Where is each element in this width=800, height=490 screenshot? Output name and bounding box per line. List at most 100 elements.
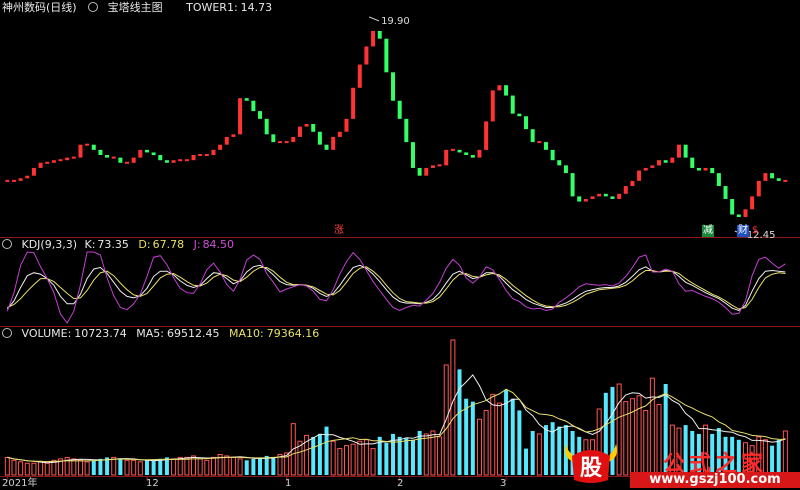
volume-bar: [177, 456, 183, 476]
tower-block: [663, 160, 668, 163]
tower-block: [484, 121, 489, 150]
tower-block: [623, 186, 628, 194]
tower-block: [683, 144, 688, 158]
volume-bar: [31, 462, 37, 476]
tower-block: [750, 196, 755, 210]
tower-block: [530, 129, 535, 143]
tower-block: [650, 165, 655, 168]
tower-block: [5, 179, 10, 182]
tower-block: [703, 167, 708, 171]
tower-block: [524, 116, 529, 130]
volume-bar: [317, 433, 322, 475]
x-label-dec: 12: [146, 478, 159, 489]
tower-block: [111, 156, 116, 159]
tower-block: [164, 160, 169, 163]
tower-block: [517, 113, 522, 117]
tower-block: [696, 167, 701, 171]
volume-bar: [230, 456, 236, 476]
x-label-mar: 3: [500, 478, 507, 489]
tower-block: [444, 149, 449, 166]
tower-block: [430, 165, 435, 168]
tower-block: [311, 124, 316, 132]
x-label-jan: 1: [285, 478, 292, 489]
tower-block: [723, 186, 728, 199]
volume-bar: [410, 439, 415, 475]
volume-bar: [18, 461, 24, 476]
tower-block: [277, 141, 282, 144]
tower-block: [18, 178, 23, 181]
volume-bar: [244, 460, 249, 475]
finance-marker[interactable]: 财: [737, 225, 749, 237]
tower-block: [736, 214, 741, 218]
tower-block: [351, 87, 356, 119]
tower-block: [184, 159, 189, 162]
volume-bar: [258, 457, 263, 475]
volume-bar: [343, 445, 349, 476]
tower-block: [58, 159, 63, 162]
volume-bar: [350, 443, 356, 476]
tower-block: [504, 85, 509, 96]
x-label-feb: 2: [397, 478, 404, 489]
watermark-url: www.gszj100.com: [630, 472, 800, 488]
tower-block: [65, 157, 70, 161]
tower-block: [178, 159, 183, 162]
volume-bar: [77, 459, 83, 476]
tower-block: [357, 64, 362, 88]
reduce-marker[interactable]: 减: [702, 225, 714, 237]
volume-bar: [437, 436, 443, 476]
volume-bar: [197, 458, 203, 476]
tower-block: [264, 118, 269, 135]
high-price-label: 19.90: [381, 16, 410, 27]
tower-block: [218, 144, 223, 150]
volume-bar: [423, 433, 429, 476]
volume-bar: [137, 461, 143, 476]
tower-block: [51, 160, 56, 163]
tower-block: [85, 143, 90, 146]
volume-bar: [98, 458, 103, 475]
tower-block: [490, 90, 495, 122]
volume-bar: [517, 410, 522, 475]
volume-bar: [158, 458, 163, 475]
volume-bar: [543, 425, 548, 475]
tower-block: [630, 180, 635, 187]
tower-block: [477, 149, 482, 158]
tower-block: [457, 149, 462, 153]
kdj-line-d: [7, 266, 786, 310]
tower-block: [450, 148, 455, 151]
tower-block: [537, 141, 542, 144]
tower-block: [238, 98, 243, 135]
tower-block: [643, 167, 648, 171]
tower-block: [231, 134, 236, 137]
volume-bar: [144, 460, 149, 475]
stock-chart-canvas[interactable]: 19.9012.45: [0, 0, 800, 490]
volume-bar: [210, 456, 216, 476]
tower-block: [344, 118, 349, 132]
volume-bar: [24, 462, 30, 476]
volume-bar: [457, 369, 462, 475]
tower-block: [470, 155, 475, 158]
tower-block: [131, 157, 136, 163]
volume-bar: [464, 398, 469, 475]
tower-block: [710, 167, 715, 174]
tower-block: [597, 193, 602, 197]
tower-block: [38, 162, 43, 168]
tower-block: [25, 175, 30, 179]
tower-block: [570, 173, 575, 197]
tower-block: [198, 154, 203, 157]
tower-block: [397, 100, 402, 119]
tower-block: [78, 144, 83, 158]
tower-block: [776, 178, 781, 181]
volume-bar: [151, 460, 156, 475]
tower-block: [424, 167, 429, 176]
dollar-marker[interactable]: $: [751, 225, 759, 237]
tower-block: [151, 152, 156, 156]
volume-bar: [44, 462, 50, 476]
volume-bar: [204, 459, 210, 476]
rise-marker[interactable]: 涨: [333, 225, 345, 237]
volume-bar: [237, 458, 243, 476]
volume-bar: [524, 448, 529, 475]
tower-block: [550, 149, 555, 161]
tower-block: [637, 170, 642, 181]
tower-block: [291, 136, 296, 143]
volume-bar: [124, 459, 130, 476]
